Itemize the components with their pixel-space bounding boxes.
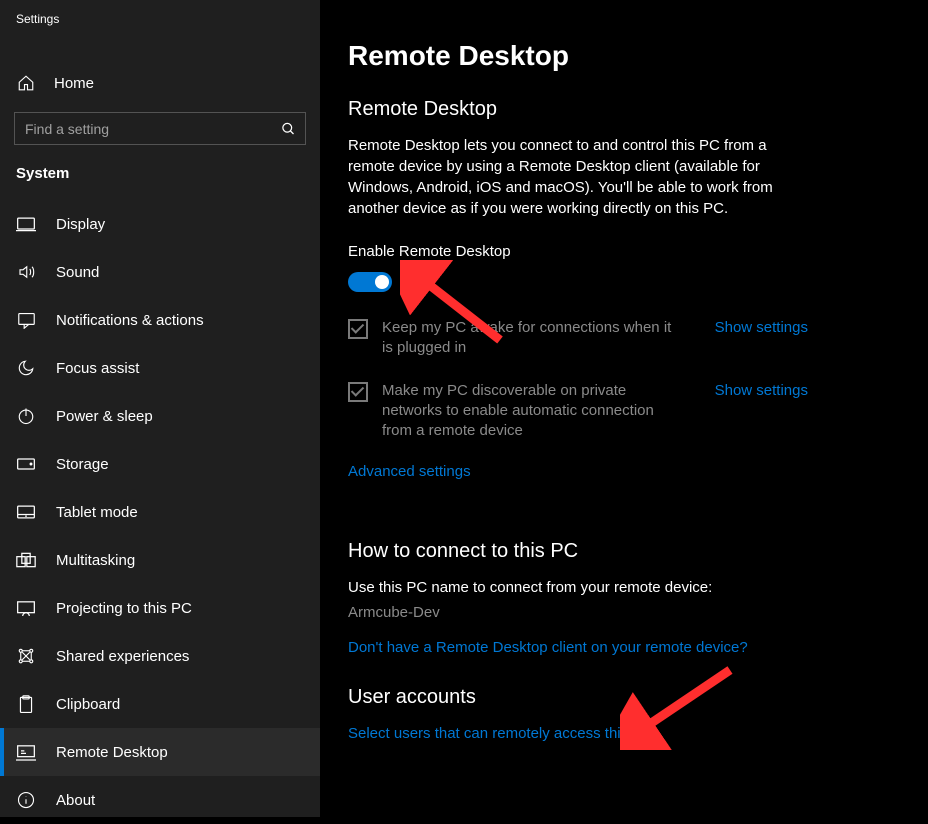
- power-icon: [16, 407, 36, 425]
- nav-label: Shared experiences: [56, 648, 189, 665]
- enable-toggle[interactable]: [348, 272, 392, 292]
- clipboard-icon: [16, 695, 36, 714]
- home-nav[interactable]: Home: [0, 62, 320, 104]
- home-icon: [16, 74, 36, 92]
- notifications-icon: [16, 312, 36, 329]
- main-content: Remote Desktop Remote Desktop Remote Des…: [320, 0, 928, 817]
- nav-label: Projecting to this PC: [56, 600, 192, 617]
- how-to-connect-header: How to connect to this PC: [348, 540, 888, 563]
- nav-tablet[interactable]: Tablet mode: [0, 488, 320, 536]
- nav-label: About: [56, 792, 95, 809]
- nav-label: Power & sleep: [56, 408, 153, 425]
- nav-clipboard[interactable]: Clipboard: [0, 680, 320, 728]
- how-to-connect-text: Use this PC name to connect from your re…: [348, 579, 888, 596]
- discoverable-checkbox[interactable]: [348, 382, 368, 402]
- multitasking-icon: [16, 552, 36, 568]
- user-accounts-header: User accounts: [348, 686, 888, 709]
- keep-awake-checkbox[interactable]: [348, 319, 368, 339]
- select-users-link[interactable]: Select users that can remotely access th…: [348, 725, 888, 742]
- nav-list: Display Sound Notifications & actions Fo…: [0, 200, 320, 824]
- remote-desktop-icon: [16, 744, 36, 761]
- search-box: [14, 112, 306, 145]
- app-title: Settings: [0, 8, 320, 34]
- nav-remote-desktop[interactable]: Remote Desktop: [0, 728, 320, 776]
- nav-notifications[interactable]: Notifications & actions: [0, 296, 320, 344]
- show-settings-link-1[interactable]: Show settings: [715, 319, 808, 336]
- advanced-settings-link[interactable]: Advanced settings: [348, 463, 471, 480]
- nav-storage[interactable]: Storage: [0, 440, 320, 488]
- focus-icon: [16, 359, 36, 377]
- keep-awake-label: Keep my PC awake for connections when it…: [382, 318, 681, 359]
- toggle-state-label: On: [404, 274, 424, 291]
- section-label: System: [0, 151, 320, 192]
- nav-label: Notifications & actions: [56, 312, 204, 329]
- nav-label: Sound: [56, 264, 99, 281]
- sound-icon: [16, 263, 36, 281]
- nav-label: Focus assist: [56, 360, 139, 377]
- search-input[interactable]: [14, 112, 306, 145]
- nav-label: Multitasking: [56, 552, 135, 569]
- projecting-icon: [16, 600, 36, 617]
- nav-label: Storage: [56, 456, 109, 473]
- tablet-icon: [16, 504, 36, 520]
- nav-display[interactable]: Display: [0, 200, 320, 248]
- shared-icon: [16, 647, 36, 665]
- page-title: Remote Desktop: [348, 40, 888, 72]
- nav-label: Remote Desktop: [56, 744, 168, 761]
- nav-sound[interactable]: Sound: [0, 248, 320, 296]
- display-icon: [16, 216, 36, 232]
- storage-icon: [16, 457, 36, 471]
- discoverable-label: Make my PC discoverable on private netwo…: [382, 381, 681, 442]
- nav-projecting[interactable]: Projecting to this PC: [0, 584, 320, 632]
- sidebar: Settings Home System Display Sound Notif…: [0, 0, 320, 817]
- no-client-link[interactable]: Don't have a Remote Desktop client on yo…: [348, 639, 888, 656]
- nav-focus[interactable]: Focus assist: [0, 344, 320, 392]
- nav-label: Display: [56, 216, 105, 233]
- enable-label: Enable Remote Desktop: [348, 243, 888, 260]
- nav-label: Clipboard: [56, 696, 120, 713]
- page-subtitle: Remote Desktop: [348, 98, 888, 121]
- nav-label: Tablet mode: [56, 504, 138, 521]
- pc-name: Armcube-Dev: [348, 604, 888, 621]
- home-label: Home: [54, 75, 94, 92]
- about-icon: [16, 791, 36, 809]
- nav-multitasking[interactable]: Multitasking: [0, 536, 320, 584]
- nav-power[interactable]: Power & sleep: [0, 392, 320, 440]
- show-settings-link-2[interactable]: Show settings: [715, 382, 808, 399]
- page-description: Remote Desktop lets you connect to and c…: [348, 135, 778, 219]
- nav-shared[interactable]: Shared experiences: [0, 632, 320, 680]
